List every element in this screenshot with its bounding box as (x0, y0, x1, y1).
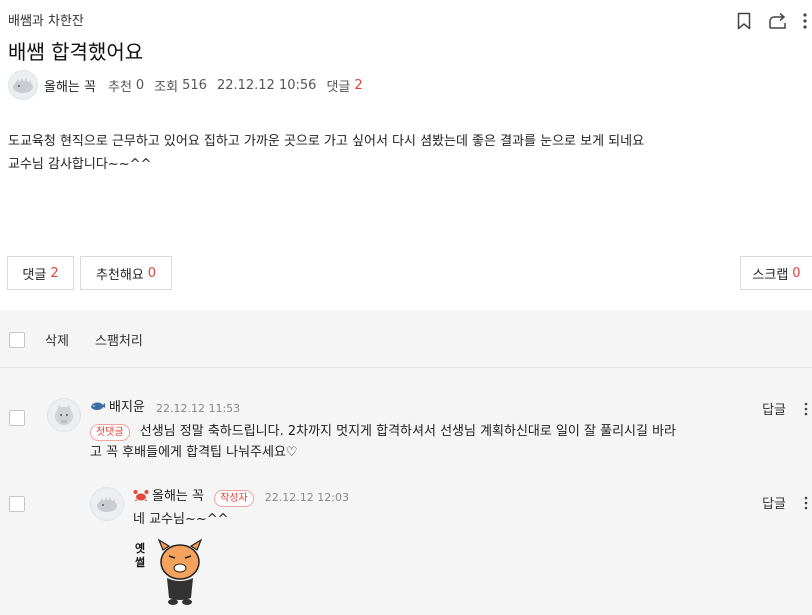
recommend-button[interactable]: 추천해요 0 (80, 256, 172, 290)
comment-text: 네 교수님~~^^ (133, 512, 229, 527)
views-label: 조회 (154, 79, 179, 95)
comment-time: 22.12.12 12:03 (264, 490, 349, 504)
post-datetime: 22.12.12 10:56 (216, 77, 317, 93)
post-body-line: 도교육청 현직으로 근무하고 있어요 집하고 가까운 곳으로 가고 싶어서 다시… (8, 134, 645, 149)
comment-button[interactable]: 댓글 2 (7, 256, 74, 290)
author-avatar[interactable] (8, 70, 38, 100)
recommend-button-count: 0 (147, 265, 157, 281)
board-name[interactable]: 배쌤과 차한잔 (8, 10, 84, 29)
commenter-avatar[interactable] (90, 487, 124, 521)
first-comment-badge: 첫댓글 (90, 424, 130, 441)
select-all-checkbox[interactable] (9, 332, 25, 348)
share-icon[interactable] (764, 8, 792, 34)
delete-button[interactable]: 삭제 (45, 330, 69, 349)
post-body: 도교육청 현직으로 근무하고 있어요 집하고 가까운 곳으로 가고 싶어서 다시… (8, 130, 788, 176)
post-meta: 올해는 꼭 추천 0 조회 516 22.12.12 10:56 댓글 2 (8, 70, 373, 100)
comment-more-icon[interactable] (804, 495, 812, 511)
comment-button-count: 2 (50, 265, 59, 281)
comment-author[interactable]: 배지윤 (90, 396, 145, 415)
sticker-image: 옛썰 (133, 538, 203, 610)
recommend-count: 0 (135, 77, 145, 93)
comment-button-label: 댓글 (22, 267, 47, 283)
crab-icon (133, 489, 149, 501)
comment-reply-item: 올해는 꼭 작성자 22.12.12 12:03 네 교수님~~^^ 옛썰 답글 (0, 480, 812, 615)
views-count: 516 (182, 77, 207, 93)
comment-item: 배지윤 22.12.12 11:53 첫댓글 선생님 정말 축하드립니다. 2차… (0, 394, 812, 464)
bookmark-icon[interactable] (730, 8, 758, 34)
post-author[interactable]: 올해는 꼭 (44, 76, 96, 95)
post-title: 배쌤 합격했어요 (8, 40, 144, 64)
comment-controls: 삭제 스팸처리 (0, 310, 812, 368)
comment-checkbox[interactable] (9, 410, 25, 426)
comments-count[interactable]: 2 (354, 78, 362, 93)
more-vertical-icon[interactable] (798, 8, 812, 34)
scrap-button-label: 스크랩 (752, 267, 789, 283)
comments-area: 삭제 스팸처리 배지윤 22.12.12 11:53 첫댓글 선생님 정말 축하… (0, 310, 812, 615)
comment-text: 첫댓글 선생님 정말 축하드립니다. 2차까지 멋지게 합격하셔서 선생님 계획… (90, 424, 677, 460)
commenter-avatar[interactable] (47, 398, 81, 432)
sticker-text: 옛썰 (135, 542, 146, 569)
comment-checkbox[interactable] (9, 496, 25, 512)
top-icons (730, 8, 812, 34)
post-body-line: 교수님 감사합니다~~^^ (8, 157, 152, 172)
reply-button[interactable]: 답글 (762, 493, 786, 512)
comments-label[interactable]: 댓글 (326, 76, 350, 95)
recommend-label: 추천 (107, 79, 132, 95)
author-badge: 작성자 (214, 489, 254, 507)
scrap-button[interactable]: 스크랩 0 (740, 256, 812, 290)
whale-icon (91, 402, 105, 410)
spam-button[interactable]: 스팸처리 (95, 330, 143, 349)
comment-more-icon[interactable] (804, 401, 812, 417)
recommend-button-label: 추천해요 (95, 267, 144, 283)
scrap-button-count: 0 (792, 265, 801, 281)
comment-author[interactable]: 올해는 꼭 (133, 485, 204, 504)
reply-button[interactable]: 답글 (762, 399, 786, 418)
comment-time: 22.12.12 11:53 (155, 401, 241, 415)
